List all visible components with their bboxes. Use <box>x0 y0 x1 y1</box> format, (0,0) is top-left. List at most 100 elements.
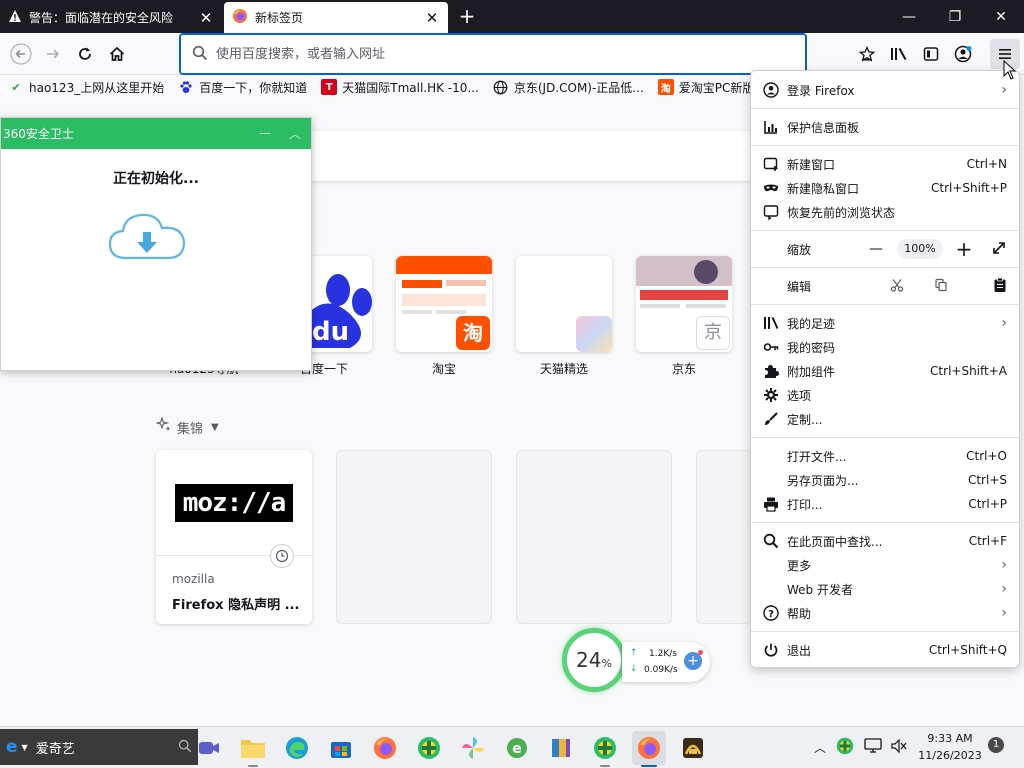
library-button[interactable] <box>884 39 914 69</box>
menu-separator <box>751 145 1019 146</box>
url-input[interactable] <box>216 46 776 62</box>
close-tab-icon[interactable]: ✕ <box>424 9 440 27</box>
taskbar-firefox-1[interactable] <box>368 731 402 765</box>
collapse-icon[interactable]: ︿ <box>289 125 301 142</box>
chevron-right-icon: › <box>1001 605 1007 621</box>
taskbar-edge[interactable] <box>280 731 314 765</box>
tab-security-warning[interactable]: 警告：面临潜在的安全风险 ✕ <box>0 2 222 33</box>
notification-center-icon[interactable]: 1 <box>988 737 1004 753</box>
forward-button[interactable] <box>38 39 68 69</box>
minimize-button[interactable]: — <box>886 0 932 33</box>
forward-arrow-icon <box>47 49 60 59</box>
game-icon <box>683 738 703 758</box>
puzzle-icon <box>763 363 779 379</box>
zoom-out-button[interactable]: — <box>861 241 891 257</box>
menu-new-window[interactable]: 新建窗口 Ctrl+N <box>751 152 1019 176</box>
bookmark-star-button[interactable] <box>852 39 882 69</box>
chevron-right-icon: › <box>1001 557 1007 573</box>
home-button[interactable] <box>102 39 132 69</box>
bookmark-hao123[interactable]: ✔ hao123_上网从这里开始 <box>8 79 164 96</box>
maximize-button[interactable]: ❐ <box>932 0 978 33</box>
network-speed-widget[interactable]: 24% ↑ 1.2K/s ↓ 0.09K/s + <box>562 628 710 694</box>
topsite-thumbnail: 淘 <box>396 256 492 352</box>
security-360-popup: 360安全卫士 — ︿ 正在初始化... <box>0 117 312 371</box>
help-icon: ? <box>763 605 779 621</box>
topsite-tmall[interactable]: 天猫精选 <box>516 256 612 377</box>
menu-find-in-page[interactable]: 在此页面中查找... Ctrl+F <box>751 529 1019 553</box>
copy-icon[interactable] <box>919 278 963 295</box>
menu-new-private-window[interactable]: 新建隐私窗口 Ctrl+Shift+P <box>751 176 1019 200</box>
taskbar-firefox-active[interactable] <box>632 731 666 767</box>
paste-icon[interactable] <box>963 277 1007 296</box>
taskbar-search-box[interactable]: e ▼ 爱奇艺 <box>0 729 198 765</box>
bookmark-baidu[interactable]: 百度一下，你就知道 <box>178 79 307 96</box>
menu-options[interactable]: 选项 <box>751 383 1019 407</box>
popup-status: 正在初始化... <box>113 171 199 187</box>
menu-customize[interactable]: 定制... <box>751 407 1019 431</box>
taskbar-video-app[interactable] <box>192 731 226 765</box>
key-icon <box>763 339 779 355</box>
taskbar-file-explorer[interactable] <box>236 731 270 767</box>
topsite-taobao[interactable]: 淘 淘宝 <box>396 256 492 377</box>
zoom-in-button[interactable]: + <box>949 237 979 261</box>
shortcut-label: Ctrl+O <box>966 449 1007 463</box>
taskbar-game-app[interactable] <box>676 731 710 765</box>
print-icon <box>763 496 779 512</box>
firefox-icon <box>232 8 248 27</box>
menu-separator <box>751 522 1019 523</box>
menu-print[interactable]: 打印... Ctrl+P <box>751 492 1019 516</box>
taskbar-360-security[interactable] <box>588 731 622 767</box>
close-window-button[interactable]: ✕ <box>978 0 1024 33</box>
dropdown-icon: ▼ <box>21 742 28 752</box>
url-bar[interactable] <box>179 33 807 75</box>
collections-heading[interactable]: 集锦 ▼ <box>154 416 219 437</box>
shortcut-label: Ctrl+N <box>966 157 1007 171</box>
menu-exit[interactable]: 退出 Ctrl+Shift+Q <box>751 638 1019 662</box>
volume-muted-icon[interactable] <box>890 738 908 757</box>
minimize-icon[interactable]: — <box>259 126 271 140</box>
svg-text:?: ? <box>768 609 774 620</box>
bookmark-jd[interactable]: 京东(JD.COM)-正品低... <box>493 79 644 96</box>
reload-button[interactable] <box>70 39 100 69</box>
network-icon[interactable] <box>864 738 882 757</box>
tab-new-tab[interactable]: 新标签页 ✕ <box>224 2 448 33</box>
menu-save-page[interactable]: 另存页面为... Ctrl+S <box>751 468 1019 492</box>
taskbar-windmill-app[interactable] <box>456 731 490 765</box>
sidebar-button[interactable] <box>916 39 946 69</box>
menu-more[interactable]: 更多 › <box>751 553 1019 577</box>
windmill-icon <box>462 737 484 759</box>
menu-restore-session[interactable]: 恢复先前的浏览状态 <box>751 200 1019 224</box>
back-button[interactable] <box>6 39 36 69</box>
menu-protections-dashboard[interactable]: 保护信息面板 <box>751 115 1019 139</box>
account-button[interactable] <box>948 39 978 69</box>
taskbar-store[interactable] <box>324 731 358 765</box>
new-tab-button[interactable]: + <box>455 4 479 28</box>
close-tab-icon[interactable]: ✕ <box>198 9 214 27</box>
tray-overflow-icon[interactable]: ︿ <box>814 739 826 756</box>
taskbar-clock[interactable]: 9:33 AM 11/26/2023 <box>913 730 987 764</box>
menu-open-file[interactable]: 打开文件... Ctrl+O <box>751 444 1019 468</box>
account-icon <box>763 82 779 98</box>
zoom-reset-button[interactable]: 100% <box>897 239 943 259</box>
cut-icon[interactable] <box>875 278 919 295</box>
bookmark-tmall[interactable]: T 天猫国际Tmall.HK -10... <box>321 79 479 96</box>
topsite-label: 京东 <box>671 362 696 376</box>
folder-icon <box>241 740 265 758</box>
bookmark-aitaobao[interactable]: 淘 爱淘宝PC新版 <box>657 79 754 96</box>
menu-addons[interactable]: 附加组件 Ctrl+Shift+A <box>751 359 1019 383</box>
taskbar-archive-app[interactable] <box>544 731 578 765</box>
baidu-icon <box>178 79 194 95</box>
shortcut-label: Ctrl+F <box>968 534 1007 548</box>
taskbar-ie-green[interactable]: e <box>500 731 534 765</box>
collection-card[interactable]: moz://a mozilla Firefox 隐私声明 ... <box>156 450 312 624</box>
jd-icon: 京 <box>696 316 730 350</box>
menu-sign-in[interactable]: 登录 Firefox › <box>751 78 1019 102</box>
taskbar-360-browser[interactable] <box>412 731 446 765</box>
topsite-jd[interactable]: 京 京东 <box>636 256 732 377</box>
menu-web-developer[interactable]: Web 开发者 › <box>751 577 1019 601</box>
tray-360-icon[interactable] <box>836 737 854 758</box>
fullscreen-icon[interactable] <box>979 240 1007 259</box>
menu-library[interactable]: 我的足迹 › <box>751 311 1019 335</box>
menu-passwords[interactable]: 我的密码 <box>751 335 1019 359</box>
menu-help[interactable]: ? 帮助 › <box>751 601 1019 625</box>
